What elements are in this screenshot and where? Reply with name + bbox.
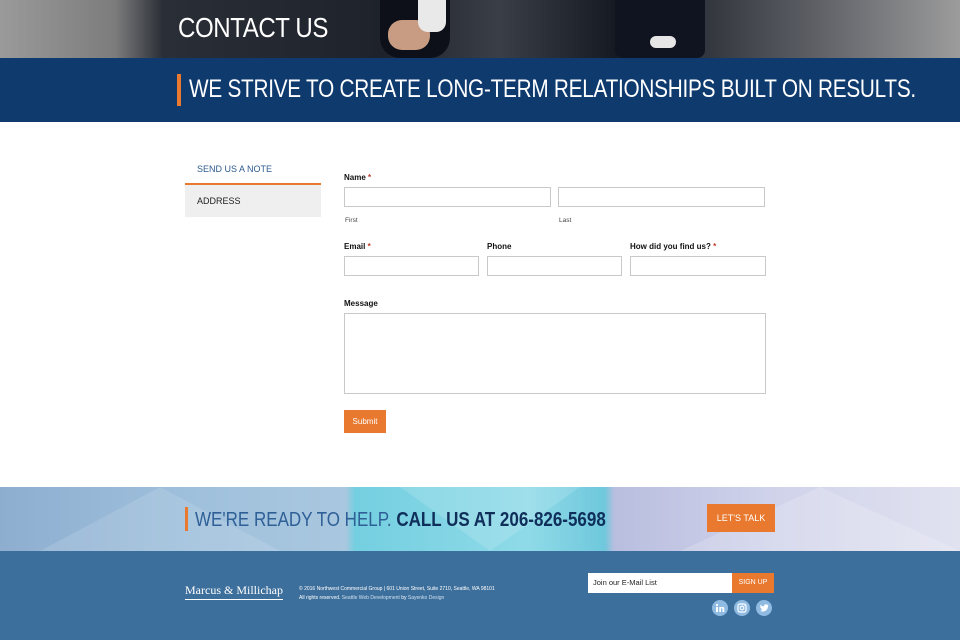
email-label: Email * xyxy=(344,242,371,251)
first-sublabel: First xyxy=(345,217,358,224)
instagram-icon[interactable] xyxy=(734,600,750,616)
cta-accent-bar xyxy=(185,507,188,531)
required-mark: * xyxy=(367,242,371,251)
phone-label: Phone xyxy=(487,242,512,251)
last-name-input[interactable] xyxy=(558,187,765,207)
tagline-text: WE STRIVE TO CREATE LONG-TERM RELATIONSH… xyxy=(189,75,916,103)
how-did-you-find-us-field[interactable] xyxy=(630,256,766,276)
first-name-input[interactable] xyxy=(344,187,551,207)
linkedin-icon[interactable] xyxy=(712,600,728,616)
tab-address[interactable]: ADDRESS xyxy=(185,185,321,217)
tab-send-us-a-note[interactable]: SEND US A NOTE xyxy=(185,153,321,185)
how-label: How did you find us? * xyxy=(630,242,716,251)
how-label-text: How did you find us? xyxy=(630,242,711,251)
web-development-link[interactable]: Seattle Web Development xyxy=(342,595,400,601)
footer-copyright: © 2016 Northwest Commercial Group | 601 … xyxy=(299,585,495,603)
cta-text: WE'RE READY TO HELP. CALL US AT 206-826-… xyxy=(195,509,606,532)
required-mark: * xyxy=(713,242,717,251)
required-mark: * xyxy=(368,173,372,182)
cta-band: WE'RE READY TO HELP. CALL US AT 206-826-… xyxy=(0,487,960,551)
email-label-text: Email xyxy=(344,242,366,251)
tagline-band: WE STRIVE TO CREATE LONG-TERM RELATIONSH… xyxy=(0,58,960,122)
rights-text: All rights reserved. xyxy=(299,595,341,601)
marcus-millichap-logo[interactable]: Marcus & Millichap xyxy=(185,583,283,600)
by-text: by xyxy=(401,595,407,601)
message-textarea[interactable] xyxy=(344,313,766,394)
hero-photo-cuff-right xyxy=(650,36,676,48)
twitter-icon[interactable] xyxy=(756,600,772,616)
copyright-line: © 2016 Northwest Commercial Group | 601 … xyxy=(299,586,495,592)
hero-photo-suit-right xyxy=(615,0,705,58)
cta-lead-text: WE'RE READY TO HELP. xyxy=(195,509,392,531)
last-sublabel: Last xyxy=(559,217,572,224)
phone-field[interactable] xyxy=(487,256,622,276)
signup-button[interactable]: SIGN UP xyxy=(732,573,774,593)
cta-phone-text: CALL US AT 206-826-5698 xyxy=(396,509,606,531)
page-title: CONTACT US xyxy=(178,12,329,43)
email-field[interactable] xyxy=(344,256,479,276)
lets-talk-button[interactable]: LET'S TALK xyxy=(707,504,775,532)
submit-button[interactable]: Submit xyxy=(344,410,386,433)
message-label: Message xyxy=(344,299,378,308)
name-label-text: Name xyxy=(344,173,366,182)
rights-line: All rights reserved. Seattle Web Develop… xyxy=(299,594,495,603)
sayenko-design-link[interactable]: Sayenko Design xyxy=(408,595,444,601)
name-label: Name * xyxy=(344,173,371,182)
tagline-accent-bar xyxy=(177,74,181,106)
newsletter-email-input[interactable]: Join our E-Mail List xyxy=(588,573,732,593)
hero-photo-cuff xyxy=(418,0,446,32)
hero-banner: CONTACT US xyxy=(0,0,960,58)
